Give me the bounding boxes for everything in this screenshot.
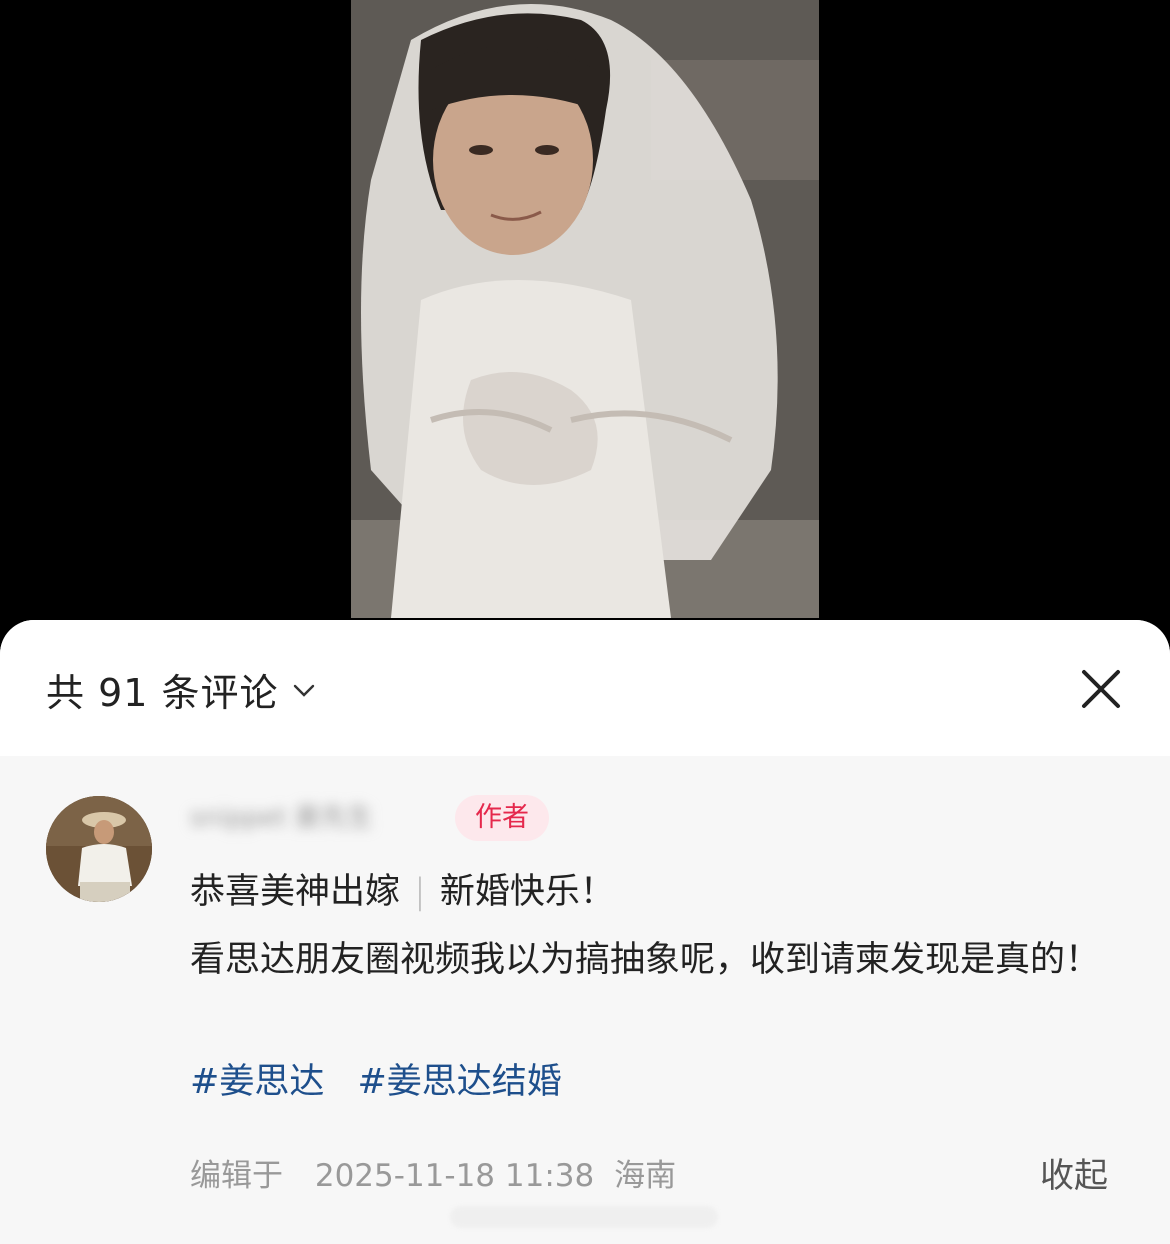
comment-body: 恭喜美神出嫁 | 新婚快乐！ 看思达朋友圈视频我以为搞抽象呢，收到请柬发现是真的！	[190, 858, 1130, 994]
comment-meta: 编辑于 2025-11-18 11:38 海南	[190, 1146, 698, 1206]
comment-tags: #姜思达 #姜思达结婚	[190, 1052, 584, 1112]
video-player[interactable]	[0, 0, 1170, 640]
comments-header: 共 91 条评论	[0, 620, 1170, 756]
hashtag-link[interactable]: #姜思达结婚	[357, 1062, 561, 1102]
edited-label: 编辑于	[190, 1158, 283, 1194]
separator: |	[414, 872, 426, 912]
avatar-image	[46, 796, 152, 902]
comment-count-label: 共 91 条评论	[46, 671, 279, 715]
chevron-down-icon	[293, 684, 314, 697]
video-frame-image	[351, 0, 819, 618]
comment-line: 恭喜美神出嫁 | 新婚快乐！	[190, 858, 1130, 926]
comment-line: 看思达朋友圈视频我以为搞抽象呢，收到请柬发现是真的！	[190, 940, 1101, 980]
comment-time: 2025-11-18 11:38	[314, 1158, 595, 1194]
collapse-button[interactable]: 收起	[1040, 1146, 1108, 1206]
comment-count-toggle[interactable]: 共 91 条评论	[46, 662, 317, 717]
comments-sheet: 共 91 条评论 snippet 姜先生 作者 恭喜美神出嫁 | 新婚快乐！ 看思达…	[0, 620, 1170, 1244]
bride-video-still	[351, 0, 819, 618]
comment-line-text: 恭喜美神出嫁	[190, 872, 401, 912]
comment-item: snippet 姜先生 作者 恭喜美神出嫁 | 新婚快乐！ 看思达朋友圈视频我以为搞…	[0, 756, 1170, 1244]
hashtag-link[interactable]: #姜思达	[190, 1062, 324, 1102]
comment-location: 海南	[614, 1158, 677, 1194]
home-indicator[interactable]	[450, 1206, 718, 1228]
author-badge: 作者	[455, 795, 549, 841]
close-icon[interactable]	[1076, 664, 1126, 714]
comment-username[interactable]: snippet 姜先生	[190, 798, 373, 838]
comment-line-text: 新婚快乐！	[439, 872, 615, 912]
avatar[interactable]	[46, 796, 152, 902]
